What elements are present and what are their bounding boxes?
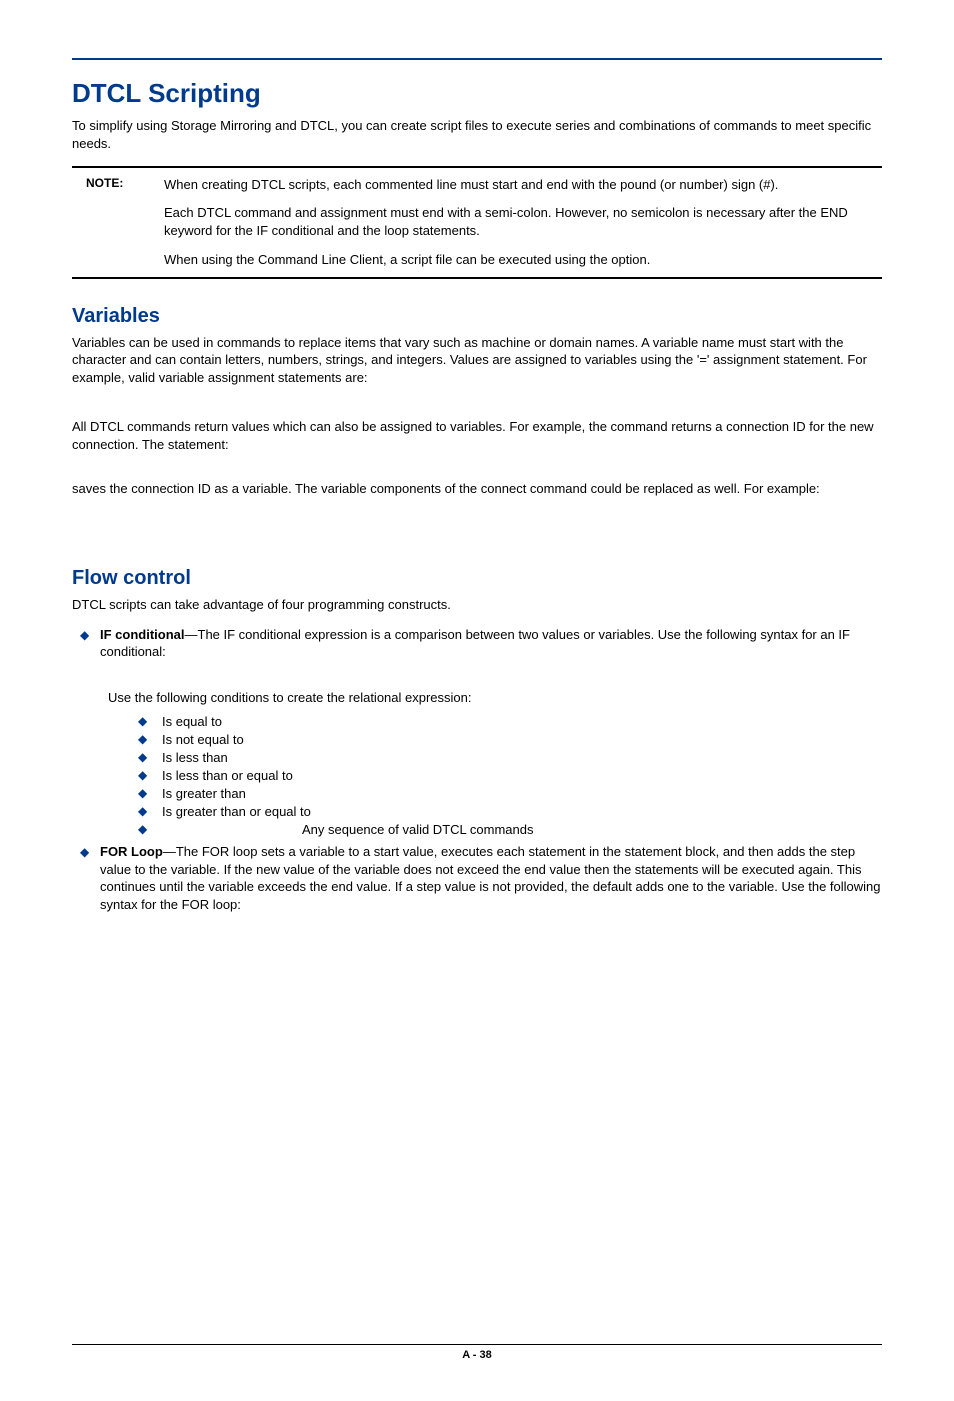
variables-p3: saves the connection ID as a variable. T… xyxy=(72,480,882,498)
page-title: DTCL Scripting xyxy=(72,78,882,109)
note-line: Each DTCL command and assignment must en… xyxy=(164,204,882,240)
note-content: When creating DTCL scripts, each comment… xyxy=(164,176,882,269)
construct-list: ◆ IF conditional—The IF conditional expr… xyxy=(72,626,882,914)
cond-text: Is greater than xyxy=(162,786,882,801)
conditions-lead: Use the following conditions to create t… xyxy=(108,689,882,707)
list-item: ◆ Is greater than or equal to xyxy=(138,804,882,819)
list-item: ◆Is equal to xyxy=(138,714,882,729)
diamond-bullet-icon: ◆ xyxy=(138,714,162,728)
for-bold: FOR Loop xyxy=(100,844,163,859)
list-item: ◆Any sequence of valid DTCL commands xyxy=(138,822,882,837)
top-rule xyxy=(72,58,882,60)
page-number: A - 38 xyxy=(72,1344,882,1361)
cond-text: Is less than xyxy=(162,750,882,765)
list-item: ◆Is greater than xyxy=(138,786,882,801)
variables-heading: Variables xyxy=(72,305,882,328)
note-label: NOTE: xyxy=(72,176,164,269)
diamond-bullet-icon: ◆ xyxy=(138,768,162,782)
diamond-bullet-icon: ◆ xyxy=(138,822,162,836)
note-line: When using the Command Line Client, a sc… xyxy=(164,251,882,269)
diamond-bullet-icon: ◆ xyxy=(138,786,162,800)
list-item: ◆Is less than xyxy=(138,750,882,765)
diamond-bullet-icon: ◆ xyxy=(138,750,162,764)
intro-paragraph: To simplify using Storage Mirroring and … xyxy=(72,117,882,152)
cond-text: Is equal to xyxy=(162,714,882,729)
note-line: When creating DTCL scripts, each comment… xyxy=(164,176,882,194)
if-text: IF conditional—The IF conditional expres… xyxy=(100,626,882,661)
diamond-bullet-icon: ◆ xyxy=(80,626,100,643)
diamond-bullet-icon: ◆ xyxy=(80,843,100,860)
page-content: DTCL Scripting To simplify using Storage… xyxy=(0,0,954,1401)
list-item-for: ◆ FOR Loop—The FOR loop sets a variable … xyxy=(80,843,882,913)
variables-p1: Variables can be used in commands to rep… xyxy=(72,334,882,387)
for-rest: —The FOR loop sets a variable to a start… xyxy=(100,844,881,912)
conditions-list: ◆Is equal to ◆ Is not equal to ◆Is less … xyxy=(138,714,882,837)
list-item: ◆ Is not equal to xyxy=(138,732,882,747)
list-item-if: ◆ IF conditional—The IF conditional expr… xyxy=(80,626,882,661)
note-box: NOTE: When creating DTCL scripts, each c… xyxy=(72,166,882,279)
flow-lead: DTCL scripts can take advantage of four … xyxy=(72,596,882,614)
cond-text: Is greater than or equal to xyxy=(162,804,882,819)
flow-heading: Flow control xyxy=(72,567,882,590)
if-rest: —The IF conditional expression is a comp… xyxy=(100,627,850,660)
list-item: ◆ Is less than or equal to xyxy=(138,768,882,783)
variables-p2: All DTCL commands return values which ca… xyxy=(72,418,882,453)
for-text: FOR Loop—The FOR loop sets a variable to… xyxy=(100,843,882,913)
diamond-bullet-icon: ◆ xyxy=(138,804,162,818)
if-bold: IF conditional xyxy=(100,627,185,642)
cond-text: Any sequence of valid DTCL commands xyxy=(162,822,882,837)
diamond-bullet-icon: ◆ xyxy=(138,732,162,746)
cond-text: Is not equal to xyxy=(162,732,882,747)
cond-text: Is less than or equal to xyxy=(162,768,882,783)
